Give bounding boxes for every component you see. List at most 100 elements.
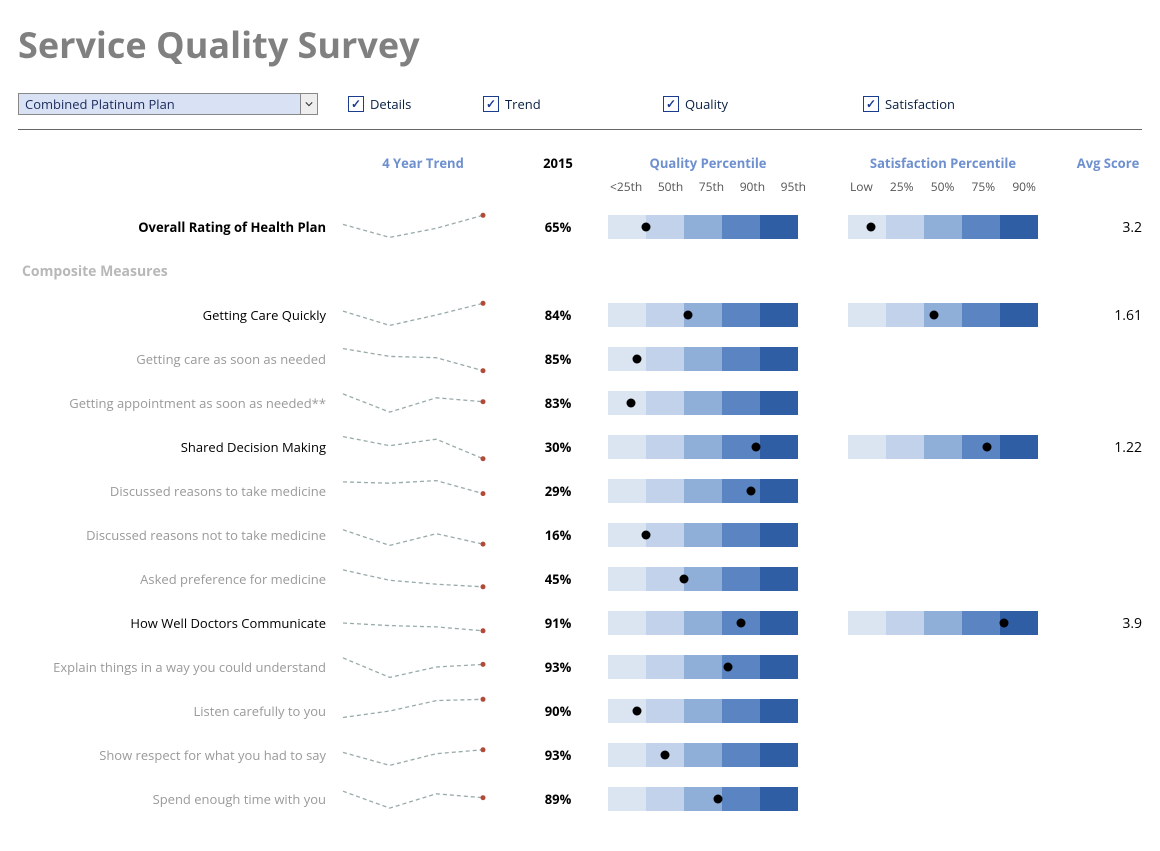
page-title: Service Quality Survey [18, 20, 1142, 69]
check-icon [663, 96, 679, 112]
sparkline [338, 385, 488, 421]
percentile-bullet [608, 699, 798, 723]
measure-row: Show respect for what you had to say93% [18, 733, 1142, 777]
value-2015: 93% [508, 658, 608, 676]
check-icon [348, 96, 364, 112]
percentile-bullet [848, 303, 1038, 327]
percentile-bullet [608, 391, 798, 415]
chevron-down-icon [300, 94, 317, 114]
checkbox-satisfaction[interactable]: Satisfaction [863, 95, 1013, 113]
section-label: Composite Measures [18, 255, 338, 287]
trend-cell [338, 693, 508, 729]
sparkline [338, 781, 488, 817]
checkbox-label: Trend [505, 95, 541, 113]
header-year: 2015 [508, 154, 608, 172]
quality-cell [608, 743, 808, 767]
trend-cell [338, 561, 508, 597]
quality-cell [608, 479, 808, 503]
percentile-bullet [848, 215, 1038, 239]
percentile-bullet [608, 523, 798, 547]
trend-cell [338, 209, 508, 245]
trend-cell [338, 385, 508, 421]
checkbox-details[interactable]: Details [348, 95, 483, 113]
measure-row: Shared Decision Making30%1.22 [18, 425, 1142, 469]
sparkline [338, 429, 488, 465]
sparkline [338, 693, 488, 729]
measure-label: Getting appointment as soon as needed** [18, 394, 338, 412]
plan-select[interactable]: Combined Platinum Plan [18, 93, 318, 115]
quality-cell [608, 215, 808, 239]
quality-cell [608, 391, 808, 415]
checkbox-trend[interactable]: Trend [483, 95, 663, 113]
plan-select-value: Combined Platinum Plan [25, 95, 175, 113]
satisfaction-cell [848, 215, 1038, 239]
sparkline [338, 517, 488, 553]
quality-cell [608, 303, 808, 327]
sparkline [338, 605, 488, 641]
quality-cell [608, 567, 808, 591]
value-2015: 84% [508, 306, 608, 324]
value-2015: 85% [508, 350, 608, 368]
sparkline [338, 297, 488, 333]
quality-cell [608, 347, 808, 371]
value-2015: 91% [508, 614, 608, 632]
avg-score: 1.22 [1068, 438, 1148, 457]
header-avg: Avg Score [1068, 154, 1148, 172]
checkbox-label: Details [370, 95, 411, 113]
measure-label: Shared Decision Making [18, 438, 338, 456]
header-trend: 4 Year Trend [338, 154, 508, 172]
value-2015: 29% [508, 482, 608, 500]
percentile-bullet [608, 347, 798, 371]
satisfaction-cell [848, 435, 1038, 459]
measure-row: Spend enough time with you 89% [18, 777, 1142, 821]
sparkline [338, 341, 488, 377]
quality-cell [608, 435, 808, 459]
measure-label: Discussed reasons to take medicine [18, 482, 338, 500]
measure-row: Discussed reasons to take medicine 29% [18, 469, 1142, 513]
quality-cell [608, 523, 808, 547]
sparkline [338, 561, 488, 597]
checkbox-quality[interactable]: Quality [663, 95, 863, 113]
percentile-bullet [848, 611, 1038, 635]
checkbox-label: Satisfaction [885, 95, 955, 113]
measure-row: Asked preference for medicine45% [18, 557, 1142, 601]
percentile-bullet [608, 567, 798, 591]
trend-cell [338, 649, 508, 685]
satisfaction-cell [848, 611, 1038, 635]
measure-row: Overall Rating of Health Plan65%3.2 [18, 205, 1142, 249]
measure-label: Discussed reasons not to take medicine [18, 526, 338, 544]
percentile-bullet [608, 611, 798, 635]
measure-row: Getting Care Quickly84%1.61 [18, 293, 1142, 337]
satisfaction-ticks: Low 25% 50% 75% 90% [848, 178, 1038, 195]
trend-cell [338, 605, 508, 641]
quality-cell [608, 787, 808, 811]
satisfaction-cell [848, 303, 1038, 327]
header-quality: Quality Percentile [608, 154, 808, 172]
value-2015: 65% [508, 218, 608, 236]
measure-row: Explain things in a way you could unders… [18, 645, 1142, 689]
measure-label: Spend enough time with you [18, 790, 338, 808]
value-2015: 83% [508, 394, 608, 412]
avg-score: 3.9 [1068, 614, 1148, 633]
percentile-bullet [848, 435, 1038, 459]
value-2015: 89% [508, 790, 608, 808]
value-2015: 90% [508, 702, 608, 720]
header-satisfaction: Satisfaction Percentile [848, 154, 1038, 172]
sparkline [338, 649, 488, 685]
percentile-bullet [608, 215, 798, 239]
avg-score: 1.61 [1068, 306, 1148, 325]
check-icon [863, 96, 879, 112]
trend-cell [338, 473, 508, 509]
trend-cell [338, 429, 508, 465]
sparkline [338, 473, 488, 509]
quality-cell [608, 611, 808, 635]
quality-ticks: <25th 50th 75th 90th 95th [608, 178, 808, 195]
measure-label: Show respect for what you had to say [18, 746, 338, 764]
percentile-bullet [608, 787, 798, 811]
measure-label: Explain things in a way you could unders… [18, 658, 338, 676]
trend-cell [338, 297, 508, 333]
sparkline [338, 209, 488, 245]
percentile-bullet [608, 479, 798, 503]
controls-bar: Combined Platinum Plan Details Trend Qua… [18, 93, 1142, 130]
survey-grid: 4 Year Trend 2015 Quality Percentile Sat… [18, 154, 1142, 821]
